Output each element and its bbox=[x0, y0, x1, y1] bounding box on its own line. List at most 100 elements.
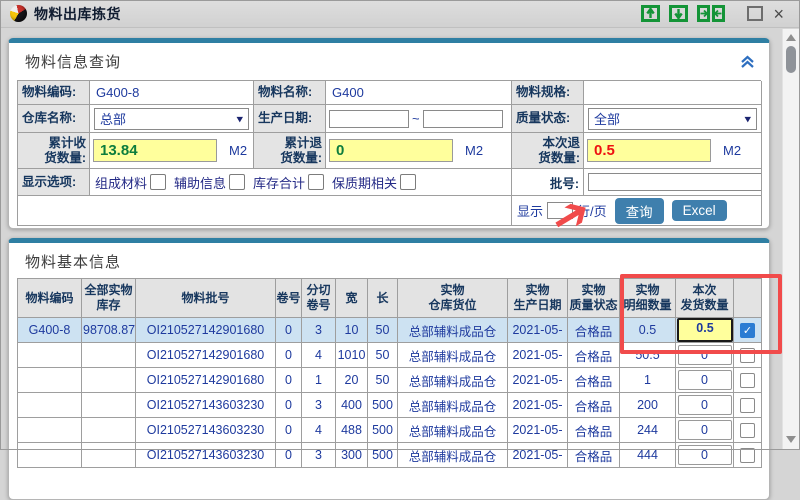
table-cell: 500 bbox=[368, 418, 398, 443]
batch-no-input[interactable] bbox=[588, 173, 762, 191]
rows-per-page-prefix: 显示 bbox=[517, 201, 543, 220]
table-cell bbox=[82, 393, 136, 418]
table-cell: 20 bbox=[336, 368, 368, 393]
row-checkbox[interactable] bbox=[740, 373, 755, 388]
box-arrow-down-icon[interactable] bbox=[669, 5, 688, 22]
table-cell: 2021-05- bbox=[508, 443, 568, 468]
production-date-to-input[interactable] bbox=[423, 110, 503, 128]
table-cell: 488 bbox=[336, 418, 368, 443]
column-header: 全部实物 库存 bbox=[82, 279, 136, 318]
table-cell: 合格品 bbox=[568, 343, 620, 368]
column-header: 长 bbox=[368, 279, 398, 318]
table-cell: 0 bbox=[676, 393, 734, 418]
table-cell: 2021-05- bbox=[508, 318, 568, 343]
table-cell: 总部辅料成品仓 bbox=[398, 368, 508, 393]
ship-qty-input[interactable]: 0.5 bbox=[677, 318, 733, 342]
table-cell bbox=[18, 368, 82, 393]
scrollbar-thumb[interactable] bbox=[786, 46, 796, 73]
table-row[interactable]: OI21052714360323003300500总部辅料成品仓2021-05-… bbox=[18, 443, 762, 468]
table-cell bbox=[734, 393, 762, 418]
ship-qty-input[interactable]: 0 bbox=[678, 395, 732, 415]
table-row[interactable]: OI21052714360323003400500总部辅料成品仓2021-05-… bbox=[18, 393, 762, 418]
rows-per-page-input[interactable] bbox=[547, 202, 573, 219]
option-label: 库存合计 bbox=[253, 173, 305, 192]
material-code-value[interactable]: G400-8 bbox=[90, 81, 254, 105]
collapse-panel-icon[interactable] bbox=[740, 55, 755, 68]
warehouse-label: 仓库名称: bbox=[18, 105, 90, 133]
table-row[interactable]: OI21052714360323004488500总部辅料成品仓2021-05-… bbox=[18, 418, 762, 443]
app-icon bbox=[10, 5, 27, 22]
shelf-life-checkbox[interactable] bbox=[400, 174, 416, 190]
option-compose-material: 组成材料 bbox=[95, 173, 166, 192]
compose-material-checkbox[interactable] bbox=[150, 174, 166, 190]
table-cell: OI210527143603230 bbox=[136, 393, 276, 418]
table-cell: 0.5 bbox=[676, 318, 734, 343]
column-header: 实物 明细数量 bbox=[620, 279, 676, 318]
table-panel-title: 物料基本信息 bbox=[25, 251, 121, 272]
table-cell bbox=[82, 368, 136, 393]
option-aux-info: 辅助信息 bbox=[174, 173, 245, 192]
warehouse-select[interactable]: 总部 ▾ bbox=[94, 108, 249, 130]
table-cell: 3 bbox=[302, 443, 336, 468]
quality-state-select-value: 全部 bbox=[594, 109, 620, 128]
total-received-label: 累计收 货数量: bbox=[18, 133, 90, 169]
table-cell bbox=[734, 368, 762, 393]
ship-qty-input[interactable]: 0 bbox=[678, 370, 732, 390]
material-spec-value[interactable] bbox=[584, 81, 762, 105]
column-header: 分切 卷号 bbox=[302, 279, 336, 318]
table-cell bbox=[82, 418, 136, 443]
box-arrow-up-icon[interactable] bbox=[641, 5, 660, 22]
row-checkbox[interactable] bbox=[740, 348, 755, 363]
current-return-input[interactable]: 0.5 bbox=[587, 139, 711, 162]
row-checkbox[interactable] bbox=[740, 398, 755, 413]
table-cell: 合格品 bbox=[568, 368, 620, 393]
ship-qty-input[interactable]: 0 bbox=[678, 445, 732, 465]
material-name-label: 物料名称: bbox=[254, 81, 326, 105]
scroll-up-arrow-icon[interactable] bbox=[786, 34, 796, 41]
total-received-input[interactable]: 13.84 bbox=[93, 139, 217, 162]
option-shelf-life: 保质期相关 bbox=[332, 173, 416, 192]
table-cell: 总部辅料成品仓 bbox=[398, 343, 508, 368]
close-button[interactable]: × bbox=[773, 5, 784, 23]
table-cell: 0 bbox=[276, 418, 302, 443]
ship-qty-input[interactable]: 0 bbox=[678, 420, 732, 440]
aux-info-checkbox[interactable] bbox=[229, 174, 245, 190]
column-header: 物料编码 bbox=[18, 279, 82, 318]
ship-qty-input[interactable]: 0 bbox=[678, 345, 732, 365]
table-cell: 400 bbox=[336, 393, 368, 418]
table-row[interactable]: OI210527142901680012050总部辅料成品仓2021-05-合格… bbox=[18, 368, 762, 393]
stock-total-checkbox[interactable] bbox=[308, 174, 324, 190]
quality-state-select[interactable]: 全部 ▾ bbox=[588, 108, 757, 130]
total-returned-input[interactable]: 0 bbox=[329, 139, 453, 162]
excel-button[interactable]: Excel bbox=[672, 200, 727, 221]
scroll-down-arrow-icon[interactable] bbox=[786, 436, 796, 443]
table-cell: 500 bbox=[368, 393, 398, 418]
column-header: 物料批号 bbox=[136, 279, 276, 318]
date-range-separator: ~ bbox=[412, 111, 420, 126]
table-cell: 0 bbox=[676, 343, 734, 368]
material-name-value[interactable]: G400 bbox=[326, 81, 512, 105]
merge-arrows-icon[interactable] bbox=[697, 5, 725, 22]
table-cell bbox=[18, 443, 82, 468]
table-row[interactable]: OI21052714290168004101050总部辅料成品仓2021-05-… bbox=[18, 343, 762, 368]
table-cell: 1 bbox=[302, 368, 336, 393]
maximize-button[interactable] bbox=[747, 6, 763, 21]
table-cell: 1 bbox=[620, 368, 676, 393]
query-panel-title: 物料信息查询 bbox=[25, 51, 121, 72]
table-cell: OI210527143603230 bbox=[136, 418, 276, 443]
vertical-scrollbar[interactable] bbox=[782, 29, 800, 450]
row-checkbox[interactable] bbox=[740, 423, 755, 438]
warehouse-select-value: 总部 bbox=[100, 109, 126, 128]
query-panel: 物料信息查询 物料编码: G400-8 物料名称: G400 物料规格: 仓库名… bbox=[8, 38, 770, 229]
table-cell: 0 bbox=[676, 418, 734, 443]
query-button[interactable]: 查询 bbox=[615, 198, 664, 224]
table-cell: 50 bbox=[368, 368, 398, 393]
table-cell: 300 bbox=[336, 443, 368, 468]
production-date-from-input[interactable] bbox=[329, 110, 409, 128]
table-cell: 4 bbox=[302, 343, 336, 368]
table-row[interactable]: G400-898708.87OI210527142901680031050总部辅… bbox=[18, 318, 762, 343]
table-cell: 0.5 bbox=[620, 318, 676, 343]
row-checkbox[interactable]: ✓ bbox=[740, 323, 755, 338]
chevron-down-icon: ▾ bbox=[744, 112, 751, 126]
batch-no-label: 批号: bbox=[512, 169, 584, 196]
